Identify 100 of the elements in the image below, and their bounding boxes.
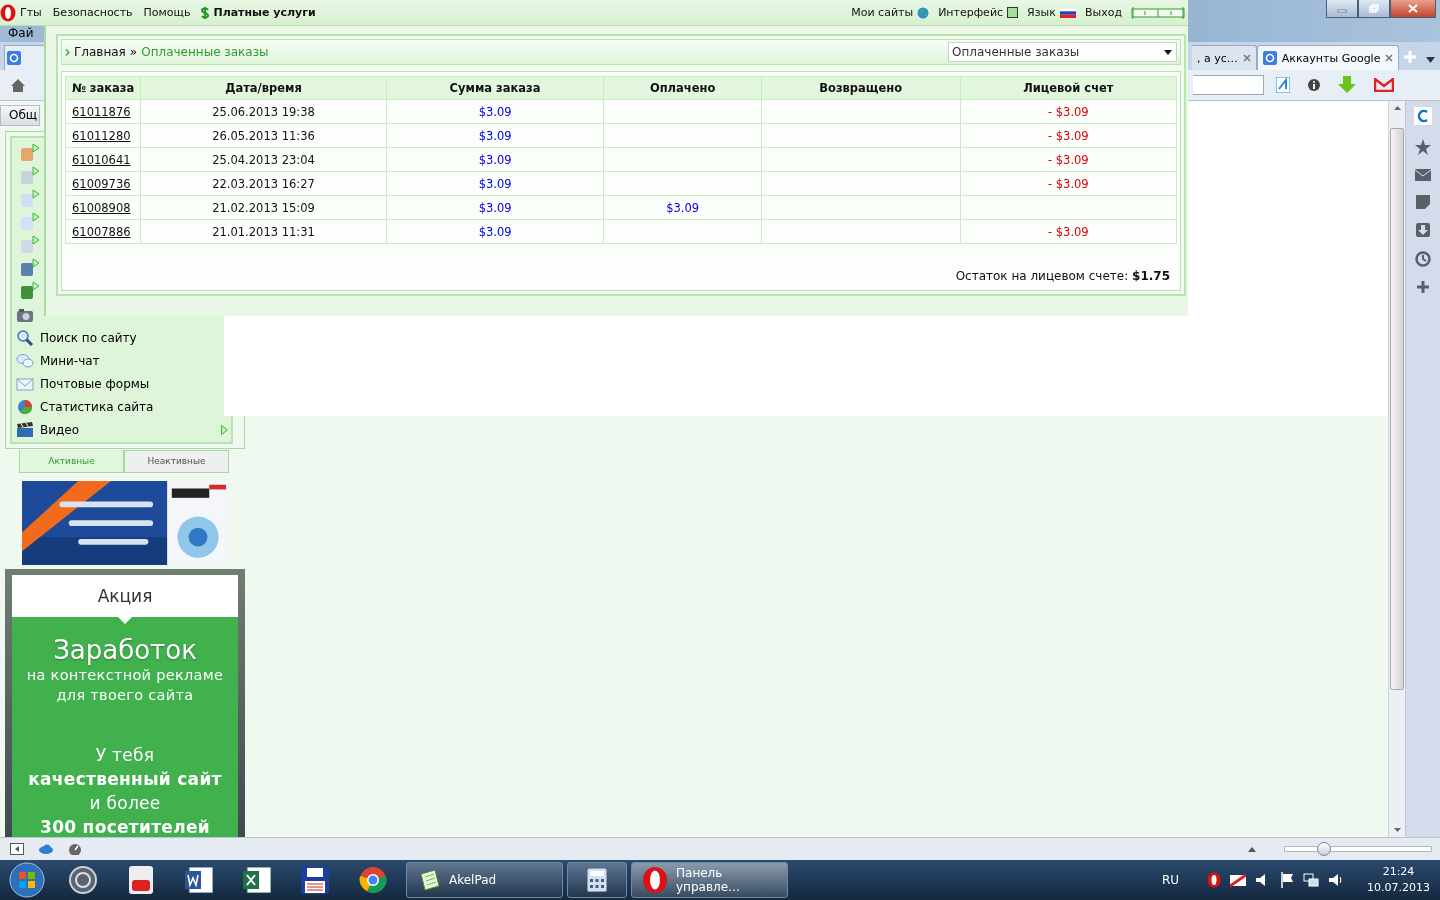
home-icon [10, 77, 26, 93]
menu-item[interactable]: Платные услуги [213, 6, 316, 19]
menu-link[interactable]: Выход [1084, 6, 1122, 19]
column-header: Сумма заказа [386, 76, 604, 100]
table-cell: 21.01.2013 11:31 [140, 219, 387, 244]
order-link[interactable]: 61011876 [72, 104, 131, 119]
column-header: Оплачено [603, 76, 762, 100]
order-link[interactable]: 61010641 [72, 152, 131, 167]
camera-icon [16, 307, 34, 324]
flag-icon[interactable] [1280, 872, 1294, 888]
chevron-icon [65, 48, 70, 56]
panel-toggle-icon[interactable] [10, 843, 24, 855]
breadcrumb-link[interactable]: Главная [74, 45, 126, 59]
order-link[interactable]: 61009736 [72, 176, 131, 191]
spreadsheet-icon[interactable] [243, 867, 271, 893]
caret-icon[interactable] [1393, 828, 1401, 832]
section-select[interactable]: Оплаченные заказы [948, 42, 1177, 62]
menu-item[interactable]: Безопасность [52, 6, 133, 19]
browser-ball-icon[interactable] [359, 866, 387, 894]
magnifier-icon [16, 330, 34, 347]
close-icon[interactable] [1385, 54, 1394, 62]
scrollbar[interactable] [1388, 101, 1405, 837]
sidebar-item[interactable]: Мини-чат [12, 349, 231, 373]
envelope-icon[interactable] [1415, 169, 1431, 181]
home-button[interactable] [10, 77, 26, 93]
caret-icon[interactable] [1393, 106, 1401, 110]
order-link[interactable]: 61011280 [72, 128, 131, 143]
order-link[interactable]: 61008908 [72, 200, 131, 215]
column-header: Лицевой счет [960, 76, 1177, 100]
table-cell: - $3.09 [960, 147, 1177, 172]
pointer-notch [118, 617, 132, 624]
opera-logo-icon[interactable] [1207, 872, 1221, 888]
app-circle-icon[interactable] [69, 866, 97, 894]
bookmark-icon[interactable] [1276, 77, 1290, 93]
table-cell: $3.09 [603, 195, 762, 220]
mail-icon[interactable] [1230, 872, 1246, 888]
minimize-button[interactable] [1326, 0, 1358, 18]
clapperboard-icon [16, 422, 34, 439]
start-button-icon[interactable] [9, 862, 45, 898]
order-link[interactable]: 61007886 [72, 224, 131, 239]
column-header: Возвращено [761, 76, 961, 100]
word-icon[interactable] [185, 867, 213, 893]
flag-icon [1059, 7, 1076, 18]
list-tab[interactable]: Неактивные [124, 449, 229, 473]
menu-item[interactable]: Помощь [143, 6, 191, 19]
caret-icon [1164, 49, 1172, 55]
sidebar-item[interactable]: Статистика сайта [12, 395, 231, 419]
table-cell: $3.09 [386, 123, 604, 148]
video-player-icon[interactable] [129, 866, 153, 894]
promo-text: У тебя [95, 744, 155, 767]
address-field[interactable] [1193, 75, 1264, 95]
table-cell: - $3.09 [960, 219, 1177, 244]
maximize-button[interactable] [1358, 0, 1390, 18]
promo-headline: Заработок [53, 635, 197, 665]
table-cell: 22.03.2013 16:27 [140, 171, 387, 196]
language-indicator[interactable]: RU [1161, 873, 1179, 887]
info-icon[interactable] [1308, 79, 1320, 91]
breadcrumb-separator: » [129, 45, 138, 59]
close-icon [1408, 4, 1418, 13]
column-header: № заказа [65, 76, 141, 100]
speaker-icon[interactable] [1328, 873, 1344, 887]
caret-icon[interactable] [1248, 846, 1256, 852]
browser-tab[interactable]: Аккаунты Google [1256, 45, 1400, 70]
plus-icon[interactable] [1417, 281, 1429, 293]
taskbar-button[interactable] [567, 862, 627, 898]
menu-link[interactable]: Язык [1027, 6, 1076, 19]
sidebar-item[interactable]: Поиск по сайту [12, 326, 231, 350]
sidebar-item[interactable]: Почтовые формы [12, 372, 231, 396]
dollar-icon [201, 6, 210, 19]
table-cell: $3.09 [386, 219, 604, 244]
pie-chart-icon [16, 399, 34, 416]
envelope-icon [16, 376, 34, 393]
clock-time: 21:24 [1382, 864, 1415, 880]
clock-icon[interactable] [1415, 251, 1431, 267]
menu-link[interactable]: Мои сайты [851, 6, 930, 19]
menu-item[interactable]: Фай [0, 26, 34, 42]
sidebar-tab[interactable]: Общ [0, 105, 40, 126]
browser-tab[interactable]: , а ус… [1192, 45, 1257, 70]
breadcrumb-current: Оплаченные заказы [141, 45, 269, 59]
chat-bubbles-icon [16, 353, 34, 370]
network-icon[interactable] [1303, 873, 1319, 887]
menu-item[interactable]: Гты [20, 6, 42, 19]
star-icon[interactable] [1415, 139, 1431, 155]
sidebar-item[interactable]: Видео [12, 418, 231, 442]
promo-text: 300 посетителей [40, 816, 210, 837]
speedometer-icon[interactable] [68, 843, 82, 855]
clock-date: 10.07.2013 [1367, 880, 1430, 896]
note-icon[interactable] [1416, 195, 1430, 209]
taskbar-button[interactable]: Панель управле… [631, 862, 788, 898]
speed-dial-icon[interactable] [1414, 107, 1432, 125]
google-icon [7, 51, 21, 65]
download-icon[interactable] [1416, 223, 1430, 237]
cloud-icon[interactable] [38, 844, 54, 854]
close-icon[interactable] [1242, 54, 1251, 62]
notepad-icon [417, 868, 441, 892]
menu-link[interactable]: Интерфейс [938, 6, 1019, 19]
globe-icon [917, 6, 930, 19]
google-icon [1262, 51, 1277, 65]
close-button[interactable] [1390, 0, 1436, 18]
taskbar-button[interactable]: AkelPad [406, 862, 563, 898]
